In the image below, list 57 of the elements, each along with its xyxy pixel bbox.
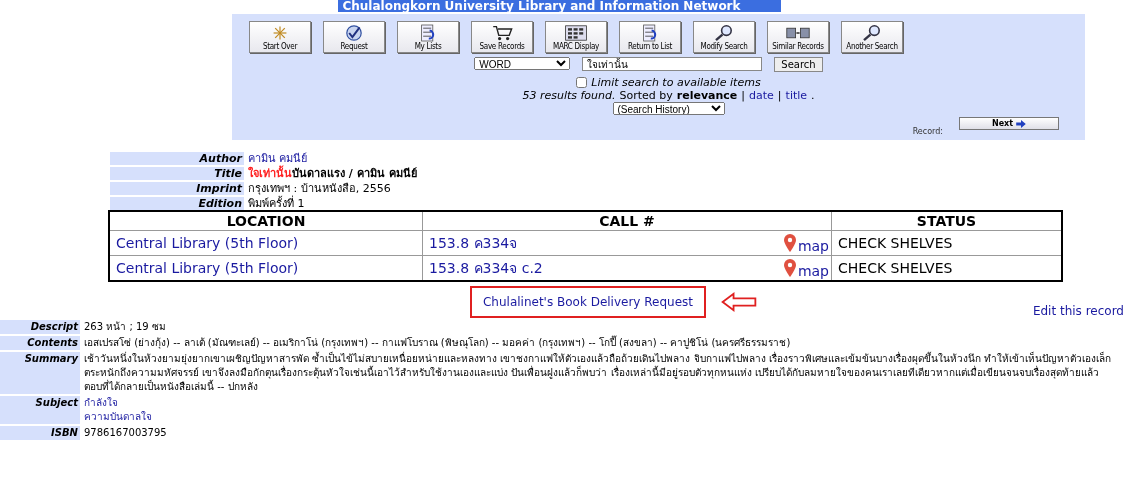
sort-option[interactable]: date [749,89,774,102]
limit-label: Limit search to available items [591,76,761,89]
toolbar-button[interactable]: Start Over [249,21,311,53]
sort-option[interactable]: relevance [676,89,738,102]
record-label: Record: [912,127,943,136]
search-button[interactable]: Search [774,57,823,72]
field-value: 263 หน้า ; 19 ซม [84,320,167,334]
map-link[interactable]: map [797,263,829,279]
toolbar-button[interactable]: My Lists [397,21,459,53]
cart-icon [490,24,514,42]
library-banner: Chulalongkorn University Library and Information Network [338,0,781,12]
field-value: เอสเปรสโซ่ (ย่างกุ้ง) -- ลาเต้ (มัณฑะเลย์) -- อเมริกาโน่ (กรุงเทพฯ) -- กาแฟโบราณ (พิษณุโลก) -- มอคค่า (กรุงเทพฯ) -- โกปี๊ (สงขลา) -- คาปูชิโน่ (นครศรีธรรมราช) [84,336,792,350]
toolbar-button[interactable]: Modify Search [693,21,755,53]
limit-checkbox[interactable] [576,77,588,88]
toolbar-button[interactable]: Save Records [471,21,533,53]
field-label: Subject [0,396,80,424]
field-value: กรุงเทพฯ : บ้านหนังสือ, 2556 [248,182,391,195]
map-link[interactable]: map [797,238,829,254]
arrow-left-icon [720,292,758,312]
map-pin-icon [783,259,796,277]
next-button[interactable]: Next [959,117,1059,130]
title-value: ใจเท่านั้นบันดาลแรง / คามิน คมนีย์ [248,167,417,180]
sort-separator: | [777,89,782,102]
map-pin-icon [783,234,796,252]
edit-record-link[interactable]: Edit this record [1032,304,1124,318]
search-type-dropdown[interactable]: WORD [474,57,571,70]
field-value: ตระหนักถึงความมหัศจรรย์ เขาจึงลงมือกักตุนเรื่องกระตุ้นหัวใจเช่นนี้เอาไว้สำหรับใช้งานเองและแบ่ง ปันเพื่อนฝูงแล้วก็พบว่า เรื่องเหล่านี้มีอยู่รอบตัวทุกหนแห่ง เปรียบได้กับลมหายใจของคนเราเลยทีเดียวหากแต่เมื่อเขียนจนจบเรื่องสุดท้ายแล้ว [84,366,1133,380]
sort-period: . [811,89,815,102]
field-label: ISBN [0,426,80,440]
column-header: CALL # [422,211,832,231]
field-label: Summary [0,352,80,394]
results-count: 53 results found. [522,89,616,102]
field-value: 9786167003795 [84,426,168,440]
sort-option[interactable]: title [785,89,808,102]
field-label: Title [110,167,244,180]
toolbar-button[interactable]: Similar Records [767,21,829,53]
field-label: Edition [110,197,244,210]
search-history-dropdown[interactable]: (Search History) [612,102,725,115]
call-number-link[interactable]: 153.8 ค334จ [429,232,518,254]
field-label: Descript [0,320,80,334]
field-value: เช้าวันหนึ่งในห้วงยามยุ่งยากเขาเผชิญปัญหาสารพัด ซ้ำเป็นไข้ไม่สบายเหนื่อยหน่ายและหลงทาง เขาชงกาแฟให้ตัวเองแล้วถือถ้วยเดินไปพลาง จิบกาแฟไปพลาง เรื่องราวพิเศษและเข้มข้นบางเรื่องผุดขึ้นในห้วงนึก ทำให้เข้าเห็นปัญหาตัวเองเล็ก [84,352,1112,366]
call-number-link[interactable]: 153.8 ค334จ c.2 [429,257,543,279]
field-label: Author [110,152,244,165]
toolbar-button[interactable]: Request [323,21,385,53]
sorted-by-label: Sorted by [619,89,673,102]
field-label: Imprint [110,182,244,195]
subject-link[interactable]: ความบันดาลใจ [84,410,1133,424]
toolbar-button[interactable]: MARC Display [545,21,607,53]
field-label: Contents [0,336,80,350]
column-header: LOCATION [109,211,423,231]
sort-separator: | [741,89,746,102]
arrow-right-icon [1016,119,1027,128]
subject-link[interactable]: กำลังใจ [84,396,1133,410]
field-value: ตอบที่ได้กลายเป็นหนังสือเล่มนี้ -- ปกหลัง [84,380,258,394]
field-link[interactable]: คามิน คมนีย์ [248,152,308,165]
toolbar-button[interactable]: Another Search [841,21,903,53]
toolbar-button[interactable]: Return to List [619,21,681,53]
